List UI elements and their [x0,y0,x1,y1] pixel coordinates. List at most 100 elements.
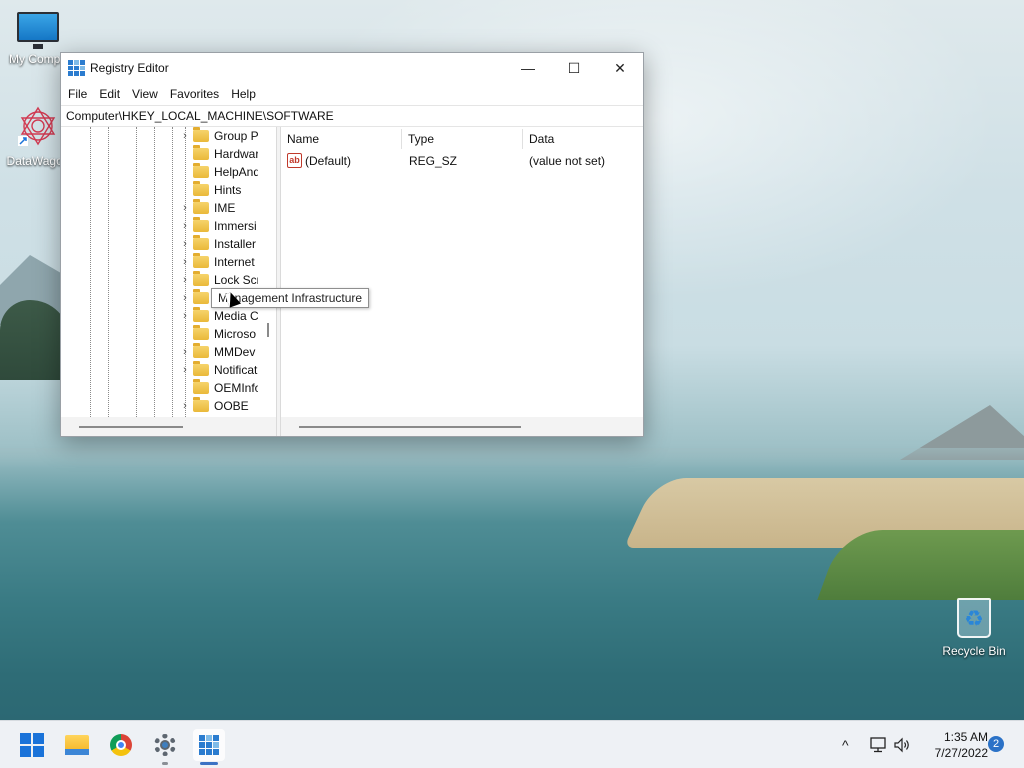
folder-icon [193,235,209,250]
value-name: (Default) [305,154,352,168]
taskbar-chrome[interactable] [105,729,137,761]
chevron-right-icon[interactable]: › [179,397,191,415]
chevron-right-icon[interactable]: › [179,343,191,361]
tree-vertical-scroll-thumb[interactable] [267,323,269,337]
taskbar-file-explorer[interactable] [61,729,93,761]
tree-item[interactable]: OEMInfo [61,379,276,397]
tree-horizontal-scrollbar[interactable] [61,417,276,436]
computer-icon [17,12,59,49]
menu-help[interactable]: Help [225,83,262,105]
column-header-name[interactable]: Name [281,127,401,151]
taskbar-registry-editor[interactable] [193,729,225,761]
notification-badge[interactable]: 2 [988,736,1004,752]
values-horizontal-scrollbar[interactable] [281,417,643,436]
tree-item-label: Notificat [214,363,258,377]
tree-item-label: Microso [214,327,257,341]
tree-item[interactable]: › Internet [61,253,276,271]
tree-horizontal-scroll-thumb[interactable] [79,426,183,428]
tree-item[interactable]: › Group P [61,127,276,145]
tree-item[interactable]: Hardwar [61,145,276,163]
folder-icon [193,199,209,214]
values-horizontal-scroll-thumb[interactable] [299,426,521,428]
taskbar-settings[interactable] [149,729,181,761]
tree-item-label: Lock Scr [214,273,258,287]
taskbar: ^ 1:35 AM 7/27/2022 [0,720,1024,768]
tree-item[interactable]: › Media C [61,307,276,325]
tree-item-label: Hardwar [214,147,258,161]
start-button[interactable] [16,729,48,761]
chevron-right-icon[interactable]: › [179,217,191,235]
tree-pane[interactable]: › Group P Hardwar HelpAnd Hints › IME › … [61,127,276,436]
value-data: (value not set) [529,154,606,168]
tree-vertical-scrollbar[interactable] [258,127,276,417]
menu-bar: File Edit View Favorites Help [61,83,643,105]
folder-icon [193,379,209,394]
column-header-data[interactable]: Data [523,127,643,151]
volume-button[interactable] [892,721,912,768]
settings-icon [154,734,176,756]
tree-item-label: MMDev [214,345,256,359]
folder-icon [193,253,209,268]
show-hidden-icons-button[interactable]: ^ [842,721,849,768]
clock[interactable]: 1:35 AM 7/27/2022 [918,729,988,761]
tree-item[interactable]: › MMDev [61,343,276,361]
file-explorer-icon [65,735,89,755]
menu-view[interactable]: View [126,83,164,105]
address-bar[interactable]: Computer\HKEY_LOCAL_MACHINE\SOFTWARE [61,105,643,127]
chevron-right-icon[interactable]: › [179,271,191,289]
tree-item-label: Group P [214,129,258,143]
speaker-icon [894,737,909,753]
folder-icon [193,289,209,304]
tree-item-label: OOBE [214,399,249,413]
folder-icon [193,145,209,160]
chevron-right-icon[interactable]: › [179,199,191,217]
window-title: Registry Editor [90,61,169,75]
close-button[interactable]: ✕ [597,53,643,83]
network-icon [870,737,886,753]
registry-editor-window[interactable]: Registry Editor — ☐ ✕ File Edit View Fav… [60,52,644,437]
datawagon-icon [16,104,60,148]
clock-date: 7/27/2022 [934,746,988,760]
folder-icon [193,397,209,412]
folder-icon [193,217,209,232]
tree-item[interactable]: › OOBE [61,397,276,415]
menu-file[interactable]: File [62,83,93,105]
minimize-button[interactable]: — [505,53,551,83]
panes: › Group P Hardwar HelpAnd Hints › IME › … [61,127,643,436]
close-icon: ✕ [614,59,626,76]
network-button[interactable] [868,721,888,768]
chevron-right-icon[interactable]: › [179,127,191,145]
start-icon [20,733,44,757]
minimize-icon: — [521,60,535,76]
tree-item[interactable]: › IME [61,199,276,217]
maximize-button[interactable]: ☐ [551,53,597,83]
desktop-icon-recycle-bin[interactable]: ♻ Recycle Bin [936,598,1012,658]
chevron-right-icon[interactable]: › [179,361,191,379]
tree-item-label: HelpAnd [214,165,258,179]
tree-item-label: Hints [214,183,242,197]
tree-item[interactable]: › Lock Scr [61,271,276,289]
tree-item[interactable]: › Notificat [61,361,276,379]
column-header-type[interactable]: Type [402,127,522,151]
horizon [0,448,1024,468]
tree-item[interactable]: › Installer [61,235,276,253]
values-pane[interactable]: Name Type Data ab (Default) REG_SZ (valu… [281,127,643,436]
tree-item[interactable]: › Immersi [61,217,276,235]
chevron-right-icon[interactable]: › [179,235,191,253]
desktop-icon-label: Recycle Bin [942,644,1006,658]
tree-item[interactable]: Hints [61,181,276,199]
title-bar[interactable]: Registry Editor — ☐ ✕ [61,53,643,83]
folder-icon [193,307,209,322]
tree-item[interactable]: HelpAnd [61,163,276,181]
registry-editor-icon [68,60,85,76]
chevron-right-icon[interactable]: › [179,289,191,307]
chevron-right-icon[interactable]: › [179,307,191,325]
tree-item-label: IME [214,201,236,215]
value-type: REG_SZ [409,154,458,168]
tree-item[interactable]: Microso [61,325,276,343]
folder-icon [193,181,209,196]
menu-favorites[interactable]: Favorites [164,83,225,105]
menu-edit[interactable]: Edit [93,83,126,105]
tree-item-label: Internet [214,255,255,269]
chevron-right-icon[interactable]: › [179,253,191,271]
